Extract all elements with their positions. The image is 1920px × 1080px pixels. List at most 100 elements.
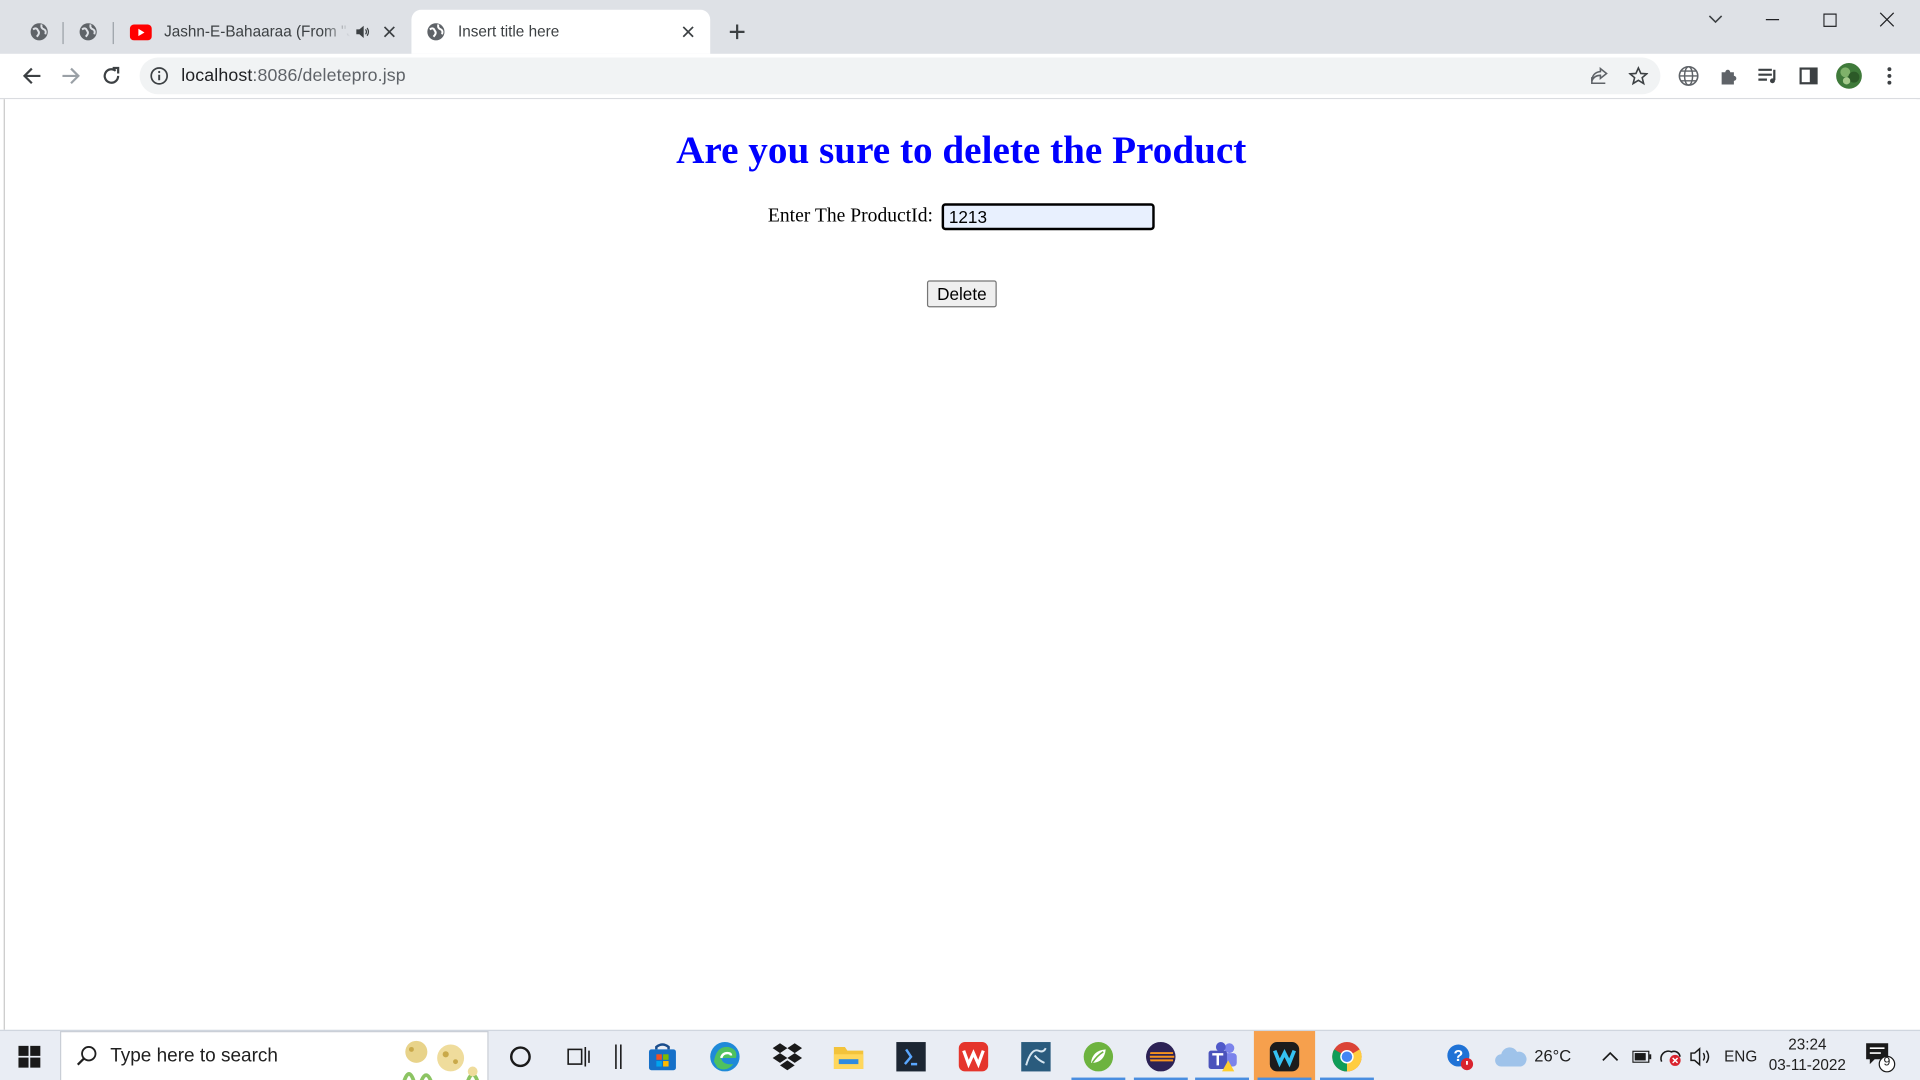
divider-icon (615, 1043, 622, 1069)
clock-time: 23:24 (1788, 1035, 1827, 1054)
chevron-up-icon (1602, 1051, 1619, 1061)
globe-icon (79, 23, 97, 41)
close-icon (1879, 12, 1895, 27)
edge-icon (710, 1041, 740, 1071)
playlist-icon (1758, 68, 1776, 84)
start-button[interactable] (0, 1031, 59, 1080)
pinned-tab-1[interactable] (17, 10, 61, 54)
webex-icon (1269, 1041, 1300, 1071)
address-bar[interactable]: localhost:8086/deletepro.jsp (139, 57, 1661, 95)
chevron-down-icon (1708, 15, 1723, 24)
mysql-icon (1021, 1041, 1051, 1071)
media-controls-button[interactable] (1751, 59, 1785, 93)
weather-widget[interactable]: 26°C (1494, 1031, 1571, 1080)
translate-extension-button[interactable] (1671, 59, 1705, 93)
eclipse-button[interactable] (1130, 1031, 1191, 1080)
notification-center-button[interactable]: 9 (1864, 1041, 1896, 1079)
url-host: localhost (181, 66, 253, 86)
extensions-button[interactable] (1712, 59, 1746, 93)
network-error-icon (1660, 1049, 1681, 1066)
globe-icon (1678, 65, 1699, 86)
product-id-label: Enter The ProductId: (767, 205, 933, 227)
pinned-tab-2[interactable] (66, 10, 110, 54)
url-path: :8086/deletepro.jsp (252, 66, 406, 86)
spring-tool-suite-button[interactable] (1068, 1031, 1129, 1080)
taskbar-search-box[interactable]: Type here to search (60, 1031, 489, 1080)
back-button[interactable] (15, 59, 49, 93)
puzzle-icon (1721, 69, 1737, 85)
browser-tabstrip: Jashn-E-Bahaaraa (From "Jodhaa Akbar") I… (0, 0, 1920, 54)
minimize-icon (1765, 18, 1779, 21)
chrome-menu-button[interactable] (1872, 59, 1906, 93)
arrow-right-icon (62, 67, 80, 85)
avatar-icon (1836, 63, 1862, 89)
minimize-button[interactable] (1744, 0, 1800, 39)
browser-toolbar: localhost:8086/deletepro.jsp (0, 53, 1920, 100)
product-id-row: Enter The ProductId: (5, 203, 1918, 231)
product-id-input[interactable] (941, 203, 1155, 231)
url-text: localhost:8086/deletepro.jsp (181, 66, 406, 86)
battery-tray-icon[interactable] (1632, 1031, 1652, 1080)
spring-leaf-icon (1083, 1041, 1114, 1071)
file-explorer-button[interactable] (818, 1031, 879, 1080)
globe-icon (427, 23, 445, 41)
side-panel-button[interactable] (1791, 59, 1825, 93)
tab-search-button[interactable] (1687, 0, 1743, 39)
eclipse-icon (1146, 1041, 1176, 1071)
maximize-icon (1822, 12, 1837, 27)
tab-separator (112, 22, 114, 45)
tab-active[interactable]: Insert title here (411, 9, 711, 54)
web-page: Are you sure to delete the Product Enter… (3, 99, 1918, 1030)
taskbar-clock[interactable]: 23:24 03-11-2022 (1763, 1035, 1851, 1077)
speaker-icon[interactable] (355, 24, 370, 39)
weather-temp: 26°C (1534, 1046, 1572, 1066)
search-icon (76, 1046, 97, 1066)
cortana-icon (510, 1045, 531, 1067)
globe-icon (30, 23, 48, 41)
edge-button[interactable] (694, 1031, 755, 1080)
dropbox-icon (772, 1042, 803, 1070)
dev-tool-icon (896, 1041, 926, 1071)
page-heading: Are you sure to delete the Product (676, 127, 1247, 172)
webex-button[interactable] (1253, 1031, 1316, 1080)
close-tab-icon[interactable] (678, 22, 698, 42)
cloud-icon (1495, 1046, 1527, 1066)
volume-tray-icon[interactable] (1690, 1031, 1712, 1080)
help-icon: ? (1447, 1043, 1474, 1070)
tab-title: Jashn-E-Bahaaraa (From "Jodhaa Akbar") (164, 23, 350, 41)
teams-button[interactable] (1191, 1031, 1252, 1080)
screen: Jashn-E-Bahaaraa (From "Jodhaa Akbar") I… (0, 0, 1920, 1080)
show-hidden-icons[interactable] (1602, 1031, 1619, 1080)
folder-icon (833, 1046, 864, 1069)
share-icon[interactable] (1587, 64, 1611, 88)
tab-youtube[interactable]: Jashn-E-Bahaaraa (From "Jodhaa Akbar") (115, 10, 411, 54)
info-icon[interactable] (149, 66, 169, 86)
eclipse-dark-button[interactable] (880, 1031, 941, 1080)
profile-avatar[interactable] (1832, 59, 1866, 93)
chrome-icon (1332, 1041, 1362, 1071)
plus-icon (729, 24, 745, 40)
cortana-button[interactable] (490, 1031, 551, 1080)
mysql-workbench-button[interactable] (1005, 1031, 1066, 1080)
search-highlight-illustration (402, 1040, 480, 1080)
close-window-button[interactable] (1859, 0, 1915, 39)
reload-button[interactable] (94, 59, 128, 93)
wps-office-button[interactable] (943, 1031, 1004, 1080)
language-indicator[interactable]: ENG (1724, 1031, 1757, 1080)
chrome-button[interactable] (1316, 1031, 1377, 1080)
maximize-button[interactable] (1801, 0, 1857, 39)
close-tab-icon[interactable] (380, 22, 400, 42)
battery-icon (1632, 1050, 1652, 1063)
help-tray-icon[interactable]: ? (1445, 1031, 1474, 1080)
forward-button[interactable] (54, 59, 88, 93)
tab-title: Insert title here (457, 23, 560, 41)
network-tray-icon[interactable] (1659, 1031, 1683, 1080)
bookmark-star-icon[interactable] (1626, 64, 1650, 88)
dropbox-button[interactable] (757, 1031, 818, 1080)
side-panel-icon (1799, 67, 1818, 85)
new-tab-button[interactable] (722, 17, 751, 46)
microsoft-store-button[interactable] (632, 1031, 693, 1080)
delete-button[interactable]: Delete (926, 280, 997, 308)
youtube-icon (129, 23, 152, 40)
store-icon (648, 1042, 676, 1070)
